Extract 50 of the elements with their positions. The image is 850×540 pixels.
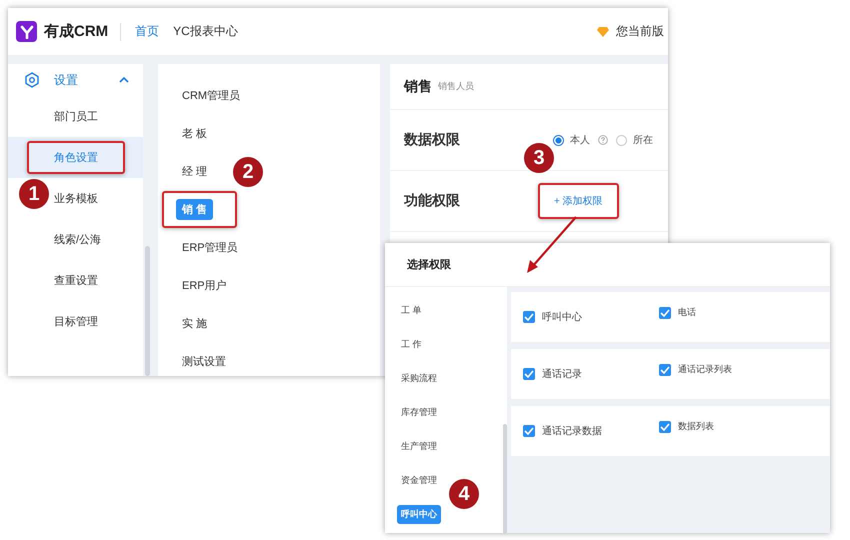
gear-icon	[24, 72, 40, 88]
checkbox-option[interactable]: 电话	[659, 306, 795, 319]
nav-link[interactable]: 首页	[135, 23, 160, 40]
checkmark-icon	[524, 313, 534, 321]
settings-menu-header[interactable]: 设置	[8, 64, 143, 96]
checkmark-icon	[524, 370, 534, 378]
section-label: 功能权限	[404, 192, 460, 210]
radio-option[interactable]: 所在	[616, 133, 653, 147]
role-item[interactable]: 实 施	[180, 312, 210, 334]
sidebar-item[interactable]: 查重设置	[54, 273, 98, 288]
module-item[interactable]: 生产管理	[397, 436, 441, 456]
app-name: 有成CRM	[44, 22, 108, 41]
section-label: 数据权限	[404, 131, 460, 149]
checkbox-option[interactable]: 呼叫中心	[523, 310, 659, 324]
radio-option[interactable]: 本人	[553, 133, 590, 147]
module-item[interactable]: 库存管理	[397, 402, 441, 422]
role-item[interactable]: 测试设置	[180, 350, 228, 372]
settings-label: 设置	[54, 72, 79, 88]
checkbox-option[interactable]: 通话记录	[523, 367, 659, 381]
pointer-arrow	[524, 215, 580, 275]
role-item[interactable]: 老 板	[180, 122, 210, 144]
version-notice: 您当前版	[616, 23, 664, 40]
sidebar-item[interactable]: 目标管理	[54, 314, 98, 329]
sidebar-item[interactable]: 部门员工	[54, 109, 98, 124]
checkbox-option[interactable]: 通话记录列表	[659, 363, 795, 376]
module-item[interactable]: 工 作	[397, 334, 426, 354]
role-item[interactable]: ERP管理员	[180, 236, 240, 258]
role-item[interactable]: 经 理	[180, 160, 210, 182]
checkmark-icon	[524, 427, 534, 435]
nav-link[interactable]: YC报表中心	[173, 23, 238, 40]
checkmark-icon	[660, 366, 670, 374]
diamond-icon	[597, 26, 609, 36]
sidebar-item[interactable]: 业务模板	[54, 191, 98, 206]
checkbox-option[interactable]: 数据列表	[659, 420, 795, 433]
module-item[interactable]: 资金管理	[397, 470, 441, 490]
role-item[interactable]: ERP用户	[180, 274, 229, 296]
module-item[interactable]: 工 单	[397, 300, 426, 320]
role-title: 销售	[404, 78, 432, 96]
checkmark-icon	[660, 422, 670, 430]
sidebar-item[interactable]: 线索/公海	[54, 232, 102, 247]
role-subtitle: 销售人员	[438, 80, 474, 93]
checkmark-icon	[660, 308, 670, 316]
letter-y-icon	[20, 24, 34, 38]
role-item[interactable]: CRM管理员	[180, 84, 242, 106]
sidebar-item[interactable]: 角色设置	[8, 137, 143, 178]
scrollbar-thumb[interactable]	[145, 246, 150, 376]
module-item[interactable]: 采购流程	[397, 368, 441, 388]
sidebar-item-label: 角色设置	[54, 151, 98, 165]
checkbox-option[interactable]: 通话记录数据	[523, 424, 659, 438]
help-icon	[598, 135, 608, 145]
